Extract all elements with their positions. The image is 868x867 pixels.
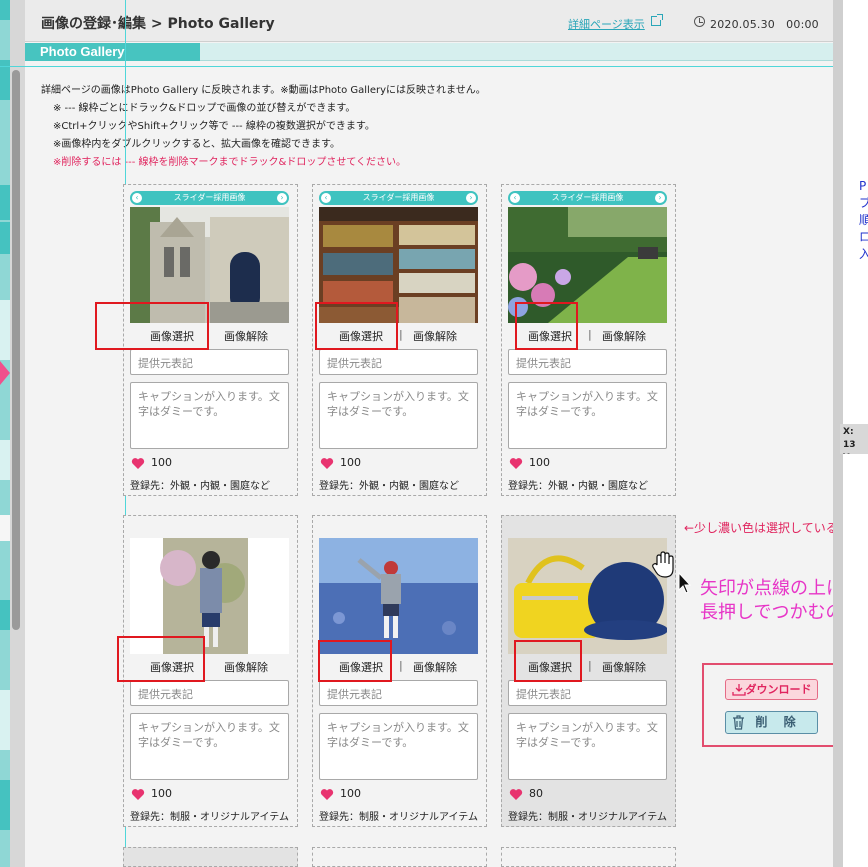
separator: | (399, 659, 403, 672)
release-image-button[interactable]: 画像解除 (413, 328, 457, 344)
sidebar-segment[interactable] (0, 222, 10, 254)
slider-badge: ‹ スライダー採用画像 › (319, 191, 478, 205)
registered-category: 登録先：外観・内観・園庭など (130, 481, 270, 492)
delete-button[interactable]: 削 除 (725, 711, 818, 734)
arrow-right-icon[interactable]: › (277, 193, 287, 203)
separator: | (588, 328, 592, 341)
registered-category: 登録先：外観・内観・園庭など (319, 481, 459, 492)
instructions: 詳細ページの画像はPhoto Gallery に反映されます。※動画はPhoto… (41, 82, 486, 172)
separator: | (588, 659, 592, 672)
sidebar-active-marker (0, 361, 10, 385)
note-line-warning: ※削除するには --- 線枠を削除マークまでドラック&ドロップさせてください。 (53, 157, 407, 168)
photo-card[interactable] (312, 847, 487, 867)
note-line: ※ --- 線枠ごとにドラック&ドロップで画像の並び替えができます。 (53, 103, 356, 114)
left-scrollbar[interactable] (12, 70, 20, 630)
source-input[interactable]: 提供元表記 (508, 680, 667, 706)
guide-line (0, 66, 868, 67)
highlight-box (315, 302, 398, 350)
publish-datetime: 2020.05.30 00:00 (710, 18, 819, 31)
grab-hand-icon (652, 551, 674, 578)
heart-icon (131, 458, 145, 469)
sidebar-segment[interactable] (0, 600, 10, 630)
arrow-left-icon[interactable]: ‹ (321, 193, 331, 203)
release-image-button[interactable]: 画像解除 (224, 659, 268, 675)
section-bar: Photo Gallery (25, 43, 833, 61)
heart-icon (509, 789, 523, 800)
clock-icon (694, 16, 705, 27)
annotation-selected-note: ←少し濃い色は選択している時 (684, 521, 850, 535)
caption-input[interactable]: キャプションが入ります。文字はダミーです。 (508, 382, 667, 449)
photo-card[interactable] (501, 847, 676, 867)
heart-icon (131, 789, 145, 800)
left-sidebar (0, 0, 10, 867)
sidebar-segment[interactable] (0, 300, 10, 360)
highlight-box (514, 640, 582, 682)
arrow-right-icon[interactable]: › (466, 193, 476, 203)
release-image-button[interactable]: 画像解除 (602, 659, 646, 675)
caption-input[interactable]: キャプションが入ります。文字はダミーです。 (319, 713, 478, 780)
sidebar-segment[interactable] (0, 0, 10, 20)
source-input[interactable]: 提供元表記 (508, 349, 667, 375)
sidebar-segment[interactable] (0, 440, 10, 480)
source-input[interactable]: 提供元表記 (130, 680, 289, 706)
top-bar: 画像の登録･編集 > Photo Gallery 詳細ページ表示 2020.05… (25, 0, 833, 42)
caption-input[interactable]: キャプションが入ります。文字はダミーです。 (130, 713, 289, 780)
external-link-icon[interactable] (651, 14, 663, 26)
trash-icon (733, 715, 744, 730)
slider-badge: ‹ スライダー採用画像 › (508, 191, 667, 205)
sidebar-segment[interactable] (0, 515, 10, 541)
coordinate-readout: X: 13 Y: 52 (840, 424, 868, 454)
section-title: Photo Gallery (25, 43, 200, 61)
right-panel-text: Pブ順ロ入 (859, 179, 868, 261)
arrow-left-icon[interactable]: ‹ (132, 193, 142, 203)
photo-image[interactable] (319, 538, 478, 654)
heart-icon (509, 458, 523, 469)
caption-input[interactable]: キャプションが入ります。文字はダミーです。 (319, 382, 478, 449)
arrow-right-icon[interactable]: › (655, 193, 665, 203)
separator: | (399, 328, 403, 341)
photo-card[interactable] (123, 847, 298, 867)
cursor-arrow-icon (678, 572, 692, 594)
source-input[interactable]: 提供元表記 (319, 349, 478, 375)
arrow-left-icon[interactable]: ‹ (510, 193, 520, 203)
registered-category: 登録先：制服・オリジナルアイテム (319, 812, 478, 823)
registered-category: 登録先：制服・オリジナルアイテム (508, 812, 667, 823)
note-line: ※画像枠内をダブルクリックすると、拡大画像を確認できます。 (53, 139, 340, 150)
highlight-box (318, 640, 392, 682)
source-input[interactable]: 提供元表記 (130, 349, 289, 375)
download-icon (732, 684, 746, 696)
detail-page-link[interactable]: 詳細ページ表示 (568, 16, 645, 32)
heart-icon (320, 458, 334, 469)
highlight-box (515, 302, 578, 350)
sidebar-segment[interactable] (0, 185, 10, 220)
release-image-button[interactable]: 画像解除 (224, 328, 268, 344)
highlight-box (117, 636, 205, 682)
registered-category: 登録先：制服・オリジナルアイテム (130, 812, 289, 823)
caption-input[interactable]: キャプションが入ります。文字はダミーです。 (130, 382, 289, 449)
release-image-button[interactable]: 画像解除 (413, 659, 457, 675)
page-title: 画像の登録･編集 > Photo Gallery (41, 16, 275, 32)
note-line: 詳細ページの画像はPhoto Gallery に反映されます。※動画はPhoto… (41, 85, 486, 96)
highlight-box (95, 302, 209, 350)
release-image-button[interactable]: 画像解除 (602, 328, 646, 344)
caption-input[interactable]: キャプションが入ります。文字はダミーです。 (508, 713, 667, 780)
sidebar-segment[interactable] (0, 780, 10, 830)
registered-category: 登録先：外観・内観・園庭など (508, 481, 648, 492)
sidebar-segment[interactable] (0, 690, 10, 750)
heart-icon (320, 789, 334, 800)
slider-badge: ‹ スライダー採用画像 › (130, 191, 289, 205)
note-line: ※Ctrl+クリックやShift+クリック等で --- 線枠の複数選択ができます… (53, 121, 375, 132)
download-button[interactable]: ダウンロード (725, 679, 818, 700)
photo-image[interactable] (508, 538, 667, 654)
source-input[interactable]: 提供元表記 (319, 680, 478, 706)
